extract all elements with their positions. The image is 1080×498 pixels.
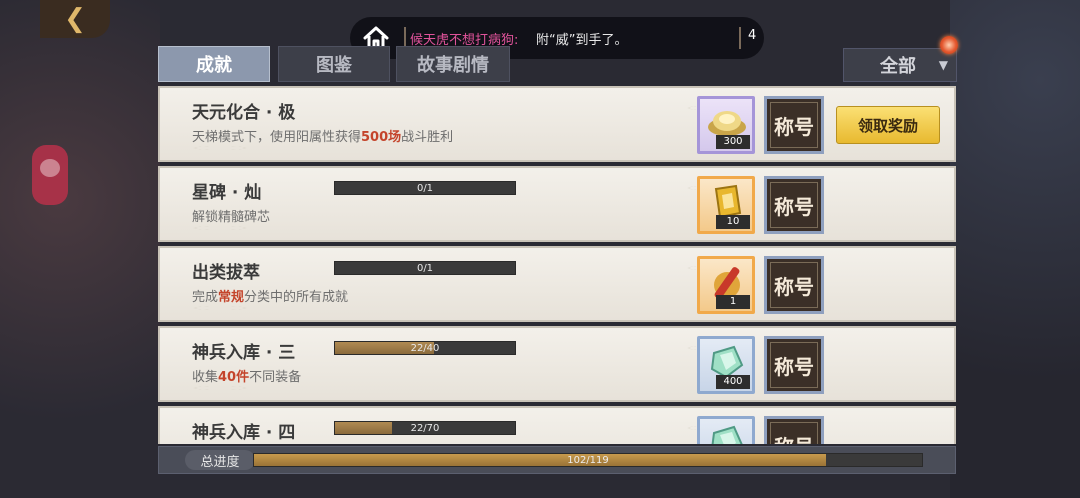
tab-gallery[interactable]: 图鉴 (278, 46, 390, 82)
progress-text: 0/1 (416, 263, 434, 274)
reward-quantity: 1 (716, 295, 750, 309)
achievement-title: 星碑 · 灿 (192, 183, 262, 203)
title-badge[interactable]: 称号 (764, 336, 824, 394)
achievement-progress: 0/1 (334, 261, 516, 275)
back-button[interactable]: ❮ (40, 0, 110, 38)
achievement-desc: 天梯模式下，使用阳属性获得500场战斗胜利 (192, 130, 454, 145)
filter-label: 全部 (880, 56, 916, 77)
mascot-decoration (32, 145, 68, 205)
reward-quantity: 10 (716, 215, 750, 229)
jade-crystal-icon (711, 425, 743, 444)
progress-text: 22/40 (410, 343, 440, 354)
background-left (0, 0, 160, 498)
total-progress: 总进度 102/119 (158, 446, 956, 474)
achievement-row: 星碑 · 灿 0/1 解锁精髓碑芯 10 称号 (158, 166, 956, 242)
notification-dot-icon (940, 36, 958, 54)
back-arrow-icon: ❮ (64, 4, 86, 34)
progress-text: 0/1 (416, 183, 434, 194)
achievement-list[interactable]: 天元化合 · 极 天梯模式下，使用阳属性获得500场战斗胜利 300 称号 领取… (158, 84, 956, 444)
achievement-progress: 0/1 (334, 181, 516, 195)
achievement-progress: 22/40 (334, 341, 516, 355)
achievement-row: 出类拔萃 0/1 完成常规分类中的所有成就 1 称号 (158, 246, 956, 322)
achievement-progress: 22/70 (334, 421, 516, 435)
reward-quantity: 400 (716, 375, 750, 389)
chevron-down-icon: ▼ (938, 58, 948, 72)
achievement-desc: 收集40件不同装备 (192, 370, 302, 385)
total-progress-label: 总进度 (185, 450, 255, 470)
title-badge[interactable]: 称号 (764, 416, 824, 444)
progress-text: 22/70 (410, 423, 440, 434)
tab-story[interactable]: 故事剧情 (396, 46, 510, 82)
title-badge[interactable]: 称号 (764, 176, 824, 234)
achievement-title: 神兵入库 · 三 (192, 343, 296, 363)
achievement-row: 神兵入库 · 四 22/70 称号 (158, 406, 956, 444)
cloud-pattern (160, 168, 956, 240)
reward-item[interactable]: 300 (697, 96, 755, 154)
achievement-desc: 完成常规分类中的所有成就 (192, 290, 349, 305)
notice-message: 附“威”到手了。 (536, 33, 628, 48)
total-progress-text: 102/119 (567, 455, 609, 466)
achievement-row: 天元化合 · 极 天梯模式下，使用阳属性获得500场战斗胜利 300 称号 领取… (158, 86, 956, 162)
achievement-title: 神兵入库 · 四 (192, 423, 296, 443)
title-badge[interactable]: 称号 (764, 256, 824, 314)
reward-item[interactable] (697, 416, 755, 444)
total-progress-track: 102/119 (253, 453, 923, 467)
achievement-desc: 解锁精髓碑芯 (192, 210, 271, 225)
gold-ingot-icon (708, 111, 746, 136)
claim-reward-button[interactable]: 领取奖励 (836, 106, 940, 144)
reward-item[interactable]: 400 (697, 336, 755, 394)
reward-item[interactable]: 1 (697, 256, 755, 314)
tab-achievements[interactable]: 成就 (158, 46, 270, 82)
reward-quantity: 300 (716, 135, 750, 149)
achievement-title: 出类拔萃 (192, 263, 260, 283)
filter-dropdown[interactable]: 全部 ▼ (843, 48, 957, 82)
notice-divider (739, 27, 741, 49)
achievement-title: 天元化合 · 极 (192, 103, 296, 123)
title-badge[interactable]: 称号 (764, 96, 824, 154)
background-right (950, 0, 1080, 498)
achievement-row: 神兵入库 · 三 22/40 收集40件不同装备 400 称号 (158, 326, 956, 402)
cloud-pattern (160, 248, 956, 320)
reward-item[interactable]: 10 (697, 176, 755, 234)
notice-count: 4 (748, 28, 757, 43)
